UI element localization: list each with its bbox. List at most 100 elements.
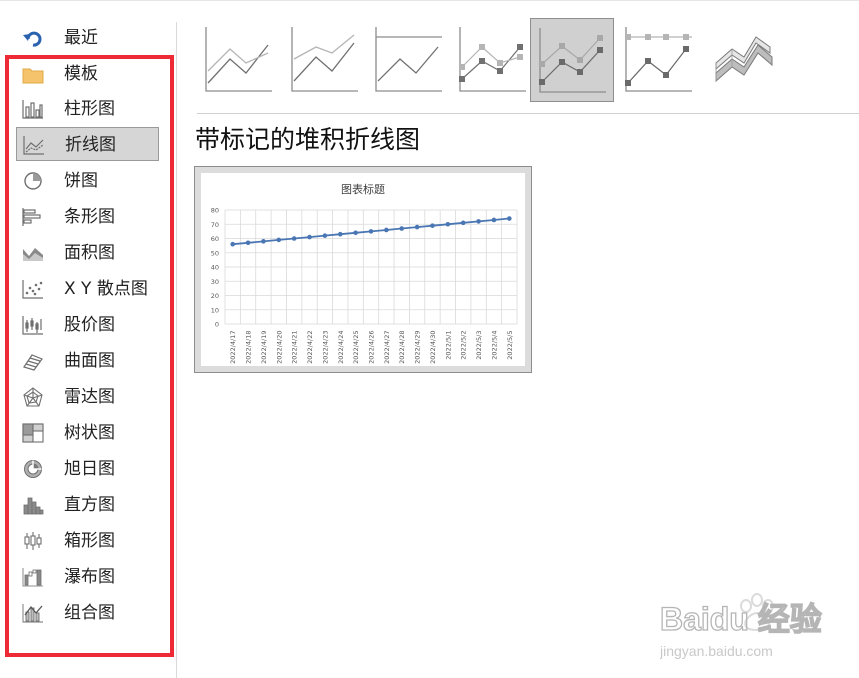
sidebar-item-label: 面积图 xyxy=(64,243,115,263)
sidebar-item-label: 直方图 xyxy=(64,495,115,515)
y-tick-label: 10 xyxy=(211,306,219,314)
data-point-marker xyxy=(230,241,235,247)
column-chart-icon xyxy=(22,99,44,119)
data-point-marker xyxy=(307,234,312,240)
sidebar-item-label: 条形图 xyxy=(64,207,115,227)
sidebar-item-label: 雷达图 xyxy=(64,387,115,407)
x-tick-label: 2022/4/20 xyxy=(275,331,283,364)
x-tick-label: 2022/5/3 xyxy=(475,331,483,360)
chart-subtype-option[interactable] xyxy=(197,18,281,102)
sidebar-item[interactable]: 股价图 xyxy=(16,308,159,342)
data-point-marker xyxy=(414,224,420,230)
x-tick-label: 2022/4/29 xyxy=(414,331,422,364)
sidebar-item[interactable]: 柱形图 xyxy=(16,92,159,126)
line-with-markers-icon xyxy=(459,27,526,92)
sidebar-item[interactable]: 折线图 xyxy=(16,127,159,161)
folder-icon xyxy=(22,64,44,84)
chart-preview-canvas: 图表标题 0 10 20 30 40 50 60 70 80 2022/4/17 2022/4/18 2… xyxy=(201,173,525,366)
x-tick-label: 2022/5/4 xyxy=(490,331,498,360)
x-tick-label: 2022/5/5 xyxy=(506,331,514,360)
data-point-marker xyxy=(399,226,405,231)
x-tick-label: 2022/4/25 xyxy=(352,331,360,364)
sidebar-item-label: 模板 xyxy=(64,64,98,84)
data-point-marker xyxy=(291,236,297,241)
sidebar-item-label: 组合图 xyxy=(64,603,115,623)
data-point-marker xyxy=(337,231,343,237)
sidebar-item[interactable]: 最近 xyxy=(16,21,159,55)
sidebar-item-label: 饼图 xyxy=(64,171,98,191)
radar-chart-icon xyxy=(22,387,44,407)
chart-type-list: 最近模板柱形图折线图饼图条形图面积图 X Y 散点图股价图曲面图雷达图树状图 旭日图… xyxy=(0,0,177,678)
line-icon xyxy=(205,27,272,92)
stacked-line-icon xyxy=(291,27,358,92)
x-tick-label: 2022/4/17 xyxy=(229,331,237,364)
combo-chart-icon xyxy=(22,603,44,623)
sidebar-item[interactable]: 条形图 xyxy=(16,200,159,234)
100-stacked-line-with-markers-icon xyxy=(625,27,692,92)
pie-chart-icon xyxy=(22,171,44,191)
sidebar-item-label: 瀑布图 xyxy=(64,567,115,587)
y-tick-label: 40 xyxy=(211,264,219,272)
100-stacked-line-icon xyxy=(375,27,442,92)
stacked-line-with-markers-icon xyxy=(539,28,606,93)
line-chart-icon xyxy=(23,135,45,155)
treemap-chart-icon xyxy=(22,423,44,443)
chart-subtype-option[interactable] xyxy=(703,18,787,102)
data-point-marker xyxy=(491,217,497,223)
x-tick-label: 2022/4/30 xyxy=(429,331,437,364)
sidebar-item[interactable]: 饼图 xyxy=(16,164,159,198)
data-point-marker xyxy=(460,220,466,226)
sidebar-item[interactable]: 面积图 xyxy=(16,236,159,270)
x-tick-label: 2022/5/1 xyxy=(444,331,452,360)
x-tick-label: 2022/4/27 xyxy=(383,331,391,364)
baidu-jingyan-watermark: Baidu 经验 jingyan.baidu.com xyxy=(660,593,822,659)
sidebar-item[interactable]: 箱形图 xyxy=(16,524,159,558)
sidebar-item-label: 股价图 xyxy=(64,315,115,335)
sidebar-item-label: 最近 xyxy=(64,28,98,48)
box-whisker-chart-icon xyxy=(22,531,44,551)
data-point-marker xyxy=(430,223,435,228)
sidebar-item-label: 折线图 xyxy=(65,135,116,155)
x-tick-label: 2022/4/23 xyxy=(321,331,329,364)
3d-line-icon xyxy=(715,36,773,83)
x-tick-label: 2022/4/19 xyxy=(260,331,268,364)
chart-subtype-option[interactable] xyxy=(451,18,535,102)
sidebar-item[interactable]: 瀑布图 xyxy=(16,560,159,594)
sidebar-item[interactable]: 组合图 xyxy=(16,596,159,630)
data-point-marker xyxy=(445,221,451,227)
stock-chart-icon xyxy=(22,315,44,335)
y-tick-label: 30 xyxy=(211,278,219,286)
chart-subtype-option[interactable] xyxy=(530,18,614,102)
sidebar-item-label: 曲面图 xyxy=(64,351,115,371)
sidebar-item[interactable]: 模板 xyxy=(16,57,159,91)
x-tick-label: 2022/4/28 xyxy=(398,331,406,364)
chart-subtype-option[interactable] xyxy=(617,18,701,102)
sidebar-item[interactable]: 旭日图 xyxy=(16,452,159,486)
y-tick-label: 70 xyxy=(211,221,219,229)
bar-chart-icon xyxy=(22,207,44,227)
sidebar-item[interactable]: 直方图 xyxy=(16,488,159,522)
y-tick-label: 60 xyxy=(211,235,219,243)
x-tick-label: 2022/4/21 xyxy=(291,331,299,364)
y-tick-label: 0 xyxy=(215,321,219,329)
area-chart-icon xyxy=(22,243,44,263)
x-tick-label: 2022/4/24 xyxy=(337,331,345,364)
sidebar-item[interactable]: 曲面图 xyxy=(16,344,159,378)
sidebar-item[interactable]: X Y 散点图 xyxy=(16,272,159,306)
data-point-marker xyxy=(261,239,266,244)
chart-preview[interactable]: 图表标题 0 10 20 30 40 50 60 70 80 2022/4/17 2022/4/18 2… xyxy=(194,166,532,373)
sidebar-item[interactable]: 树状图 xyxy=(16,416,159,450)
y-tick-label: 80 xyxy=(211,207,219,215)
y-tick-label: 20 xyxy=(211,292,219,300)
chart-subtype-option[interactable] xyxy=(367,18,451,102)
selected-subtype-title: 带标记的堆积折线图 xyxy=(195,125,421,154)
data-point-marker xyxy=(276,237,282,243)
x-tick-label: 2022/4/18 xyxy=(245,331,253,364)
sidebar-item[interactable]: 雷达图 xyxy=(16,380,159,414)
data-point-marker xyxy=(322,233,328,238)
gallery-divider xyxy=(197,113,859,114)
x-tick-label: 2022/5/2 xyxy=(460,331,468,360)
chart-subtype-option[interactable] xyxy=(283,18,367,102)
undo-arrow-icon xyxy=(22,28,44,48)
chart-title: 图表标题 xyxy=(341,182,385,196)
